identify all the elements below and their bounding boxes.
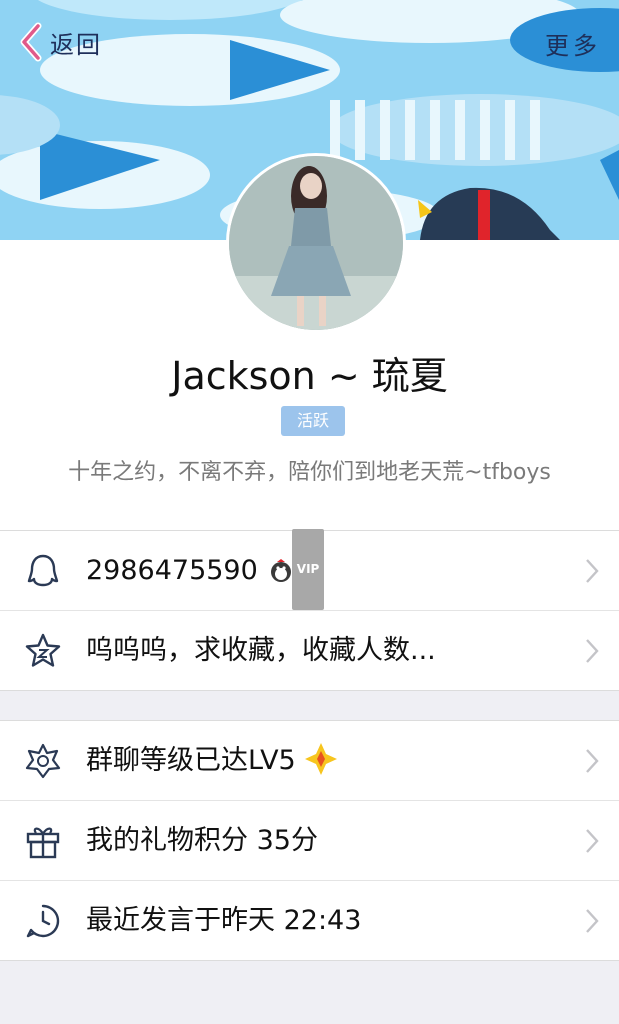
back-label: 返回 [50, 30, 102, 59]
gift-icon [26, 827, 60, 859]
chevron-right-icon [586, 749, 599, 773]
gift-points-row[interactable]: 我的礼物积分 35分 [0, 801, 619, 881]
more-button[interactable]: 更多 [545, 26, 601, 61]
last-speech-text: 最近发言于昨天 22:43 [86, 905, 362, 936]
chevron-right-icon [586, 639, 599, 663]
collection-row[interactable]: 呜呜呜，求收藏，收藏人数... [0, 611, 619, 690]
group-level-row[interactable]: 群聊等级已达LV5 [0, 721, 619, 801]
group-level-star-icon [25, 743, 61, 779]
last-speech-row[interactable]: 最近发言于昨天 22:43 [0, 881, 619, 960]
avatar[interactable] [226, 153, 406, 333]
navigation-bar: 返回 更多 [0, 0, 619, 80]
vip-badge: VIP [268, 529, 325, 610]
qq-number: 2986475590 [86, 555, 258, 586]
qq-number-row[interactable]: 2986475590 VIP [0, 529, 619, 611]
account-info-group: 2986475590 VIP 呜呜呜，求收藏，收藏人数... [0, 529, 619, 691]
star-icon [25, 633, 61, 667]
collection-text: 呜呜呜，求收藏，收藏人数... [86, 635, 436, 666]
chevron-right-icon [586, 559, 599, 583]
vip-label: VIP [291, 529, 325, 610]
avatar-image [229, 156, 403, 330]
diamond-icon [304, 742, 337, 775]
chevron-right-icon [586, 829, 599, 853]
activity-badge: 活跃 [281, 406, 345, 436]
profile-nickname: Jackson ~ 琉夏 [171, 354, 448, 398]
detail-info-group: 群聊等级已达LV5 我的礼物积分 35分 最近发言于昨天 22:43 [0, 720, 619, 961]
group-level-label: 群聊等级已达LV5 [86, 745, 296, 776]
chevron-right-icon [586, 909, 599, 933]
back-button[interactable]: 返回 [18, 22, 102, 62]
chevron-left-icon [20, 22, 42, 62]
qq-number-text: 2986475590 VIP [86, 529, 325, 610]
profile-signature: 十年之约，不离不弃，陪你们到地老天荒~tfboys [68, 460, 551, 485]
group-level-text: 群聊等级已达LV5 [86, 721, 338, 800]
vip-penguin-icon [270, 558, 291, 582]
clock-icon [26, 904, 60, 938]
gift-points-text: 我的礼物积分 35分 [86, 825, 318, 856]
qq-penguin-icon [27, 554, 59, 587]
